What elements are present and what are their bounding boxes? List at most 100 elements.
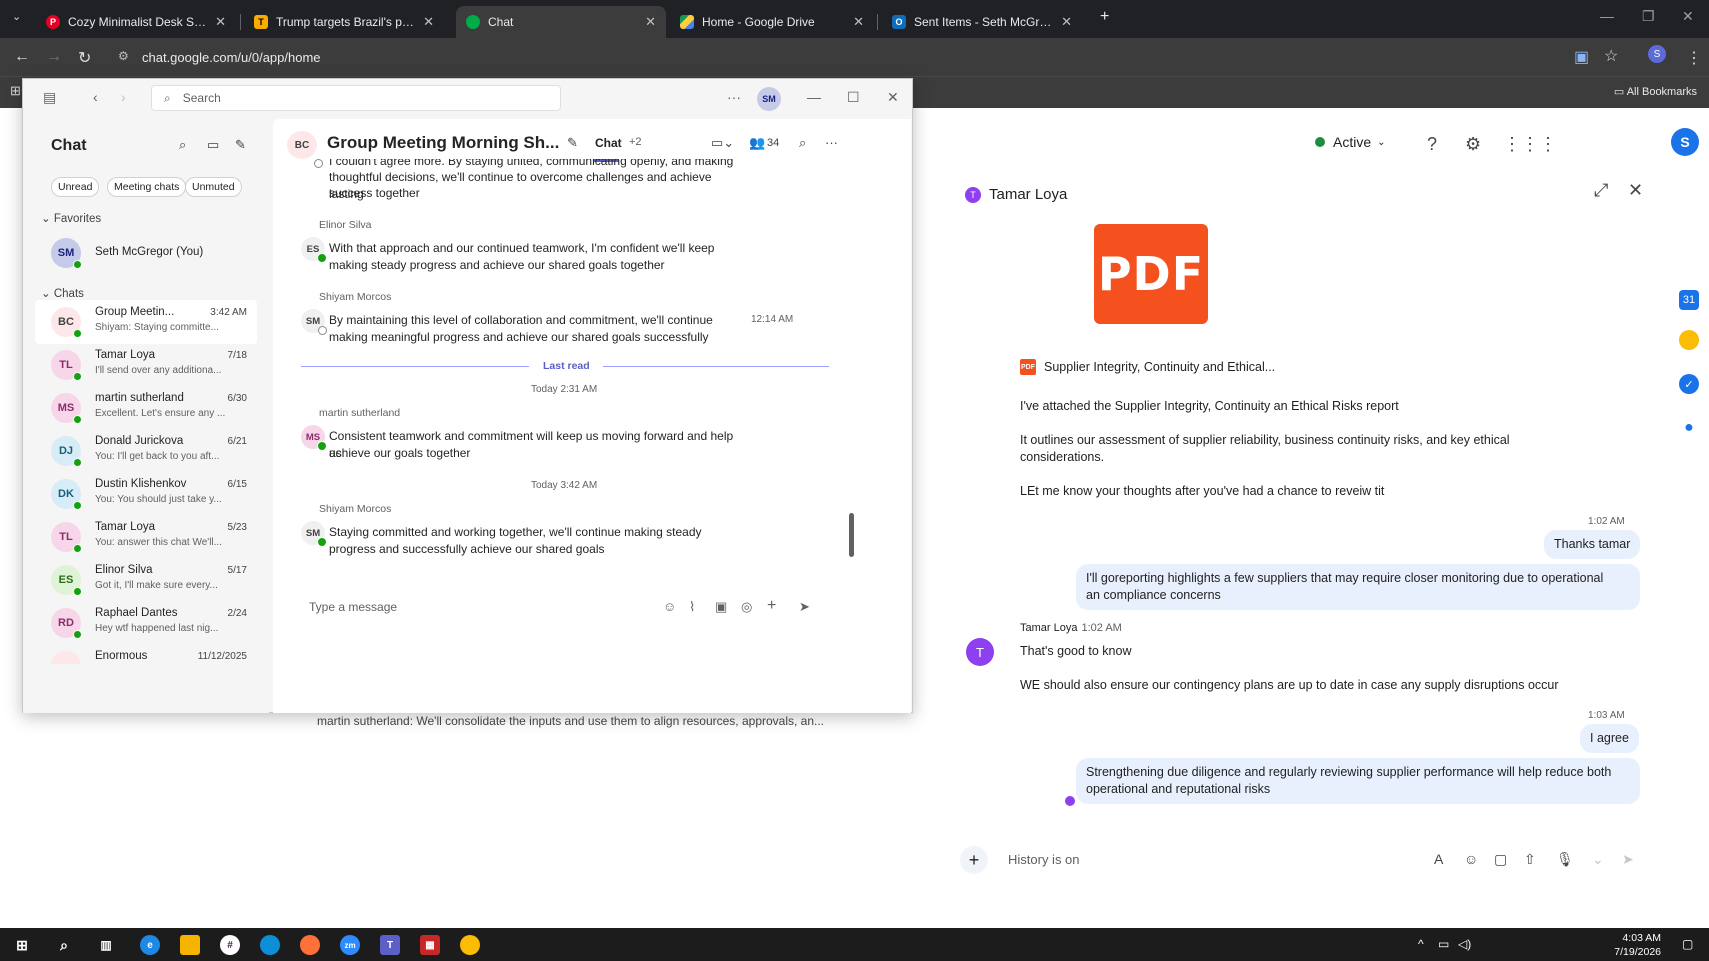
sidebar-toggle-icon[interactable]: ▤	[43, 89, 56, 106]
forward-icon[interactable]: ›	[121, 89, 126, 105]
all-bookmarks[interactable]: ▭ All Bookmarks	[1614, 85, 1697, 98]
close-icon[interactable]: ✕	[887, 89, 899, 106]
profile-avatar[interactable]: S	[1648, 45, 1666, 63]
filter-meeting-chats[interactable]: Meeting chats	[107, 177, 187, 197]
pdf-attachment[interactable]: PDF Supplier Integrity, Continuity and E…	[1020, 359, 1275, 375]
reload-icon[interactable]: ↻	[78, 48, 91, 68]
tab-chat[interactable]: Chat	[595, 136, 622, 150]
tab-outlook[interactable]: O Sent Items - Seth McGregor - C ✕	[882, 6, 1082, 38]
chat-list-item[interactable]: RD Raphael Dantes 2/24 Hey wtf happened las…	[35, 601, 257, 645]
search-icon[interactable]: ⌕	[799, 135, 806, 151]
new-chat-icon[interactable]: ✎	[235, 137, 246, 153]
restore-icon[interactable]: ❐	[1642, 8, 1655, 25]
back-icon[interactable]: ←	[14, 48, 30, 66]
add-attachment-button[interactable]: +	[960, 846, 988, 874]
tasks-icon[interactable]: ✓	[1679, 374, 1699, 394]
firefox-icon[interactable]	[300, 935, 320, 955]
close-icon[interactable]: ✕	[645, 14, 656, 30]
gif-icon[interactable]: ▢	[1494, 851, 1507, 868]
app-grid-icon[interactable]: ▦	[420, 935, 440, 955]
back-icon[interactable]: ‹	[93, 89, 98, 105]
file-explorer-icon[interactable]	[180, 935, 200, 955]
upload-icon[interactable]: ⇧	[1524, 851, 1536, 868]
tab-news[interactable]: T Trump targets Brazil's payment ✕	[244, 6, 444, 38]
status-selector[interactable]: Active ⌄	[1315, 134, 1386, 150]
forward-icon[interactable]: →	[46, 48, 62, 66]
emoji-icon[interactable]: ☺	[1464, 851, 1478, 867]
favorite-chat-row[interactable]: SM Seth McGregor (You)	[35, 231, 257, 275]
menu-dots-icon[interactable]: ⋮	[1686, 48, 1702, 68]
send-icon[interactable]: ➤	[1622, 851, 1634, 868]
close-window-icon[interactable]: ✕	[1682, 8, 1694, 25]
participants-icon[interactable]: 👥	[749, 135, 765, 151]
tab-chat[interactable]: Chat ✕	[456, 6, 666, 38]
more-tabs[interactable]: +2	[629, 136, 642, 148]
volume-icon[interactable]: ◁)	[1458, 937, 1471, 951]
attach-icon[interactable]: ⌇	[689, 599, 695, 615]
favorites-section-header[interactable]: ⌄ Favorites	[41, 211, 101, 225]
image-icon[interactable]: ▣	[715, 599, 727, 615]
search-icon[interactable]: ⌕	[179, 137, 186, 153]
site-info-icon[interactable]: ⚙	[118, 49, 129, 63]
dm-title[interactable]: Tamar Loya	[989, 186, 1067, 203]
new-tab-button[interactable]: +	[1100, 8, 1109, 26]
video-call-icon[interactable]: ▭	[207, 137, 219, 153]
settings-gear-icon[interactable]: ⚙	[1465, 134, 1481, 155]
teams-icon[interactable]: T	[380, 935, 400, 955]
minimize-icon[interactable]: —	[1600, 8, 1614, 24]
tab-pinterest[interactable]: P Cozy Minimalist Desk Setup Ide ✕	[36, 6, 236, 38]
tab-search-icon[interactable]: ⌄	[12, 10, 21, 23]
maximize-icon[interactable]: ☐	[847, 89, 860, 106]
chat-list-item[interactable]: ES Elinor Silva 5/17 Got it, I'll make sure…	[35, 558, 257, 602]
edge-icon[interactable]	[260, 935, 280, 955]
help-icon[interactable]: ?	[1427, 134, 1437, 155]
chat-list-item[interactable]: DK Dustin Klishenkov 6/15 You: You should j…	[35, 472, 257, 516]
chat-list-item[interactable]: MS martin sutherland 6/30 Excellent. Let's …	[35, 386, 257, 430]
more-options-icon[interactable]: ···	[727, 89, 741, 105]
address-bar[interactable]: ⚙ chat.google.com/u/0/app/home	[112, 43, 1552, 71]
search-icon[interactable]: ⌕	[54, 935, 74, 955]
pdf-thumbnail[interactable]: PDF	[1094, 224, 1208, 324]
loop-icon[interactable]: ◎	[741, 599, 752, 615]
close-icon[interactable]: ✕	[215, 14, 226, 30]
minimize-icon[interactable]: —	[807, 89, 821, 105]
emoji-icon[interactable]: ☺	[663, 599, 676, 614]
chat-list-item[interactable]: DJ Donald Jurickova 6/21 You: I'll get back…	[35, 429, 257, 473]
tray-chevron-icon[interactable]: ^	[1418, 937, 1424, 951]
filter-unmuted[interactable]: Unmuted	[185, 177, 242, 197]
teams-search-input[interactable]: ⌕ Search	[151, 85, 561, 111]
text-format-icon[interactable]: A	[1434, 851, 1443, 867]
microphone-icon[interactable]: 🎙	[1556, 851, 1574, 868]
chrome-icon[interactable]	[460, 935, 480, 955]
slack-icon[interactable]: #	[220, 935, 240, 955]
close-icon[interactable]: ✕	[1061, 14, 1072, 30]
close-icon[interactable]: ✕	[1628, 180, 1643, 201]
apps-grid-icon[interactable]: ⊞	[10, 83, 21, 99]
send-icon[interactable]: ➤	[799, 599, 810, 615]
open-in-full-icon[interactable]: ⤢	[1594, 180, 1608, 201]
windows-start-icon[interactable]: ⊞	[12, 935, 32, 955]
conversation-title[interactable]: Group Meeting Morning Sh...	[327, 133, 559, 153]
close-icon[interactable]: ✕	[853, 14, 864, 30]
more-options-icon[interactable]: ···	[825, 135, 838, 150]
task-view-icon[interactable]: ▥	[96, 935, 116, 955]
zoom-icon[interactable]: zm	[340, 935, 360, 955]
cast-icon[interactable]: ▣	[1574, 47, 1589, 67]
tab-google-drive[interactable]: Home - Google Drive ✕	[670, 6, 874, 38]
close-icon[interactable]: ✕	[423, 14, 434, 30]
chat-list-item[interactable]: TL Tamar Loya 5/23 You: answer this chat We…	[35, 515, 257, 559]
bookmark-star-icon[interactable]: ☆	[1604, 46, 1618, 66]
message-input[interactable]: History is on	[1008, 852, 1080, 867]
user-avatar[interactable]: SM	[757, 87, 781, 111]
video-call-icon[interactable]: ▭⌄	[711, 135, 734, 151]
apps-grid-icon[interactable]: ⋮⋮⋮	[1503, 134, 1557, 155]
add-icon[interactable]: +	[767, 597, 776, 615]
chat-list-item[interactable]: Enormous 11/12/2025	[35, 644, 257, 664]
filter-unread[interactable]: Unread	[51, 177, 100, 197]
contacts-icon[interactable]: ●	[1679, 418, 1699, 438]
message-scrollbar[interactable]	[849, 513, 854, 557]
network-icon[interactable]: ▭	[1438, 937, 1449, 951]
edit-pencil-icon[interactable]: ✎	[567, 135, 578, 151]
taskbar-clock[interactable]: 4:03 AM 7/19/2026	[1614, 931, 1661, 959]
notifications-icon[interactable]: ▢	[1682, 937, 1693, 951]
